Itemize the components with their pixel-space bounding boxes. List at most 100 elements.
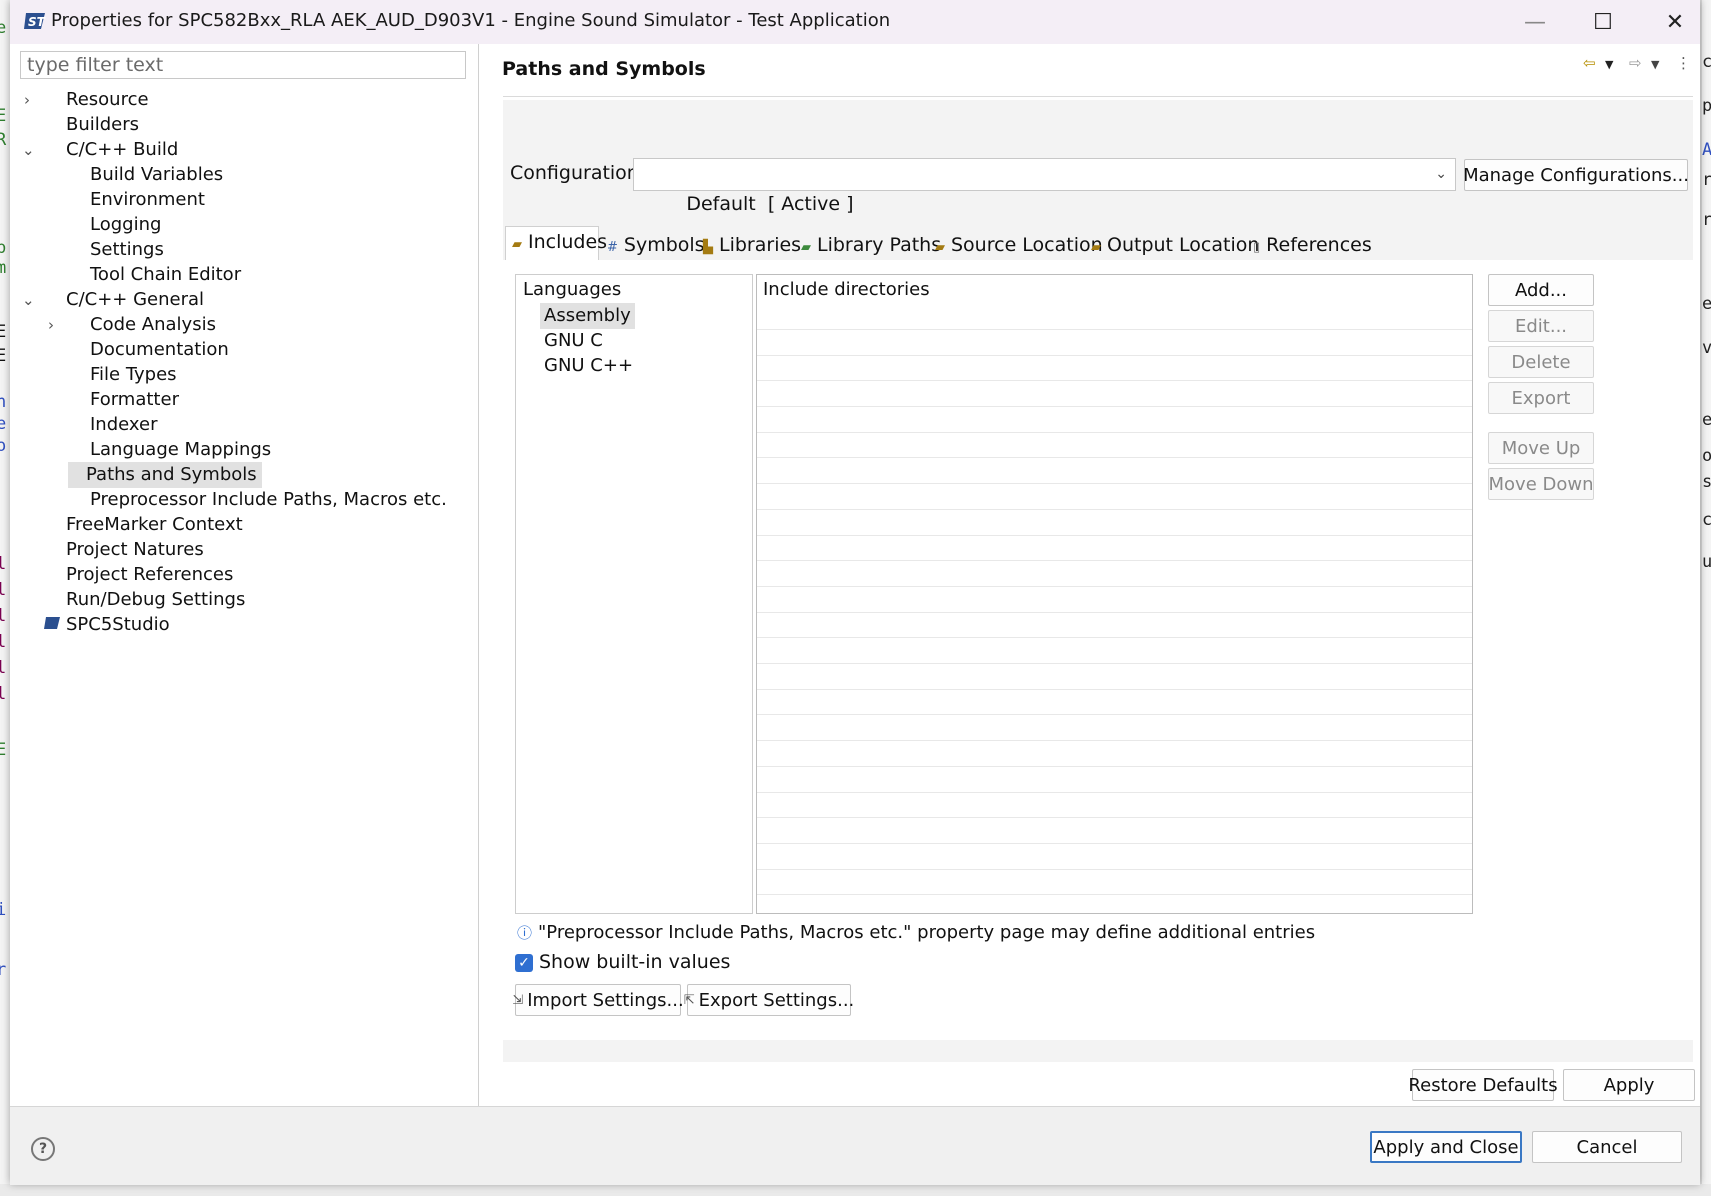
source-folder-icon: ▰ <box>935 240 945 255</box>
tab-label: References <box>1266 234 1372 256</box>
info-message: ⓘ "Preprocessor Include Paths, Macros etc… <box>517 922 1315 943</box>
view-menu-icon[interactable]: ⋮ <box>1676 54 1691 72</box>
tree-item-language-mappings[interactable]: Language Mappings <box>86 437 275 463</box>
table-row-line <box>757 612 1472 613</box>
tree-item-spc5studio[interactable]: SPC5Studio <box>62 612 174 638</box>
tab-output-location[interactable]: ▰ Output Location <box>1091 230 1259 260</box>
table-row-line <box>757 586 1472 587</box>
tree-item-documentation[interactable]: Documentation <box>86 337 233 363</box>
export-settings-label: Export Settings... <box>698 989 855 1011</box>
st-logo-icon <box>44 617 60 629</box>
tree-item-code-analysis[interactable]: Code Analysis <box>86 312 220 338</box>
include-directories-header: Include directories <box>763 279 930 300</box>
tab-source-location[interactable]: ▰ Source Location <box>935 230 1103 260</box>
chevron-down-icon: ⌄ <box>1435 166 1447 182</box>
tab-label: Libraries <box>719 234 802 256</box>
title-bar: ST Properties for SPC582Bxx_RLA AEK_AUD_… <box>10 0 1700 44</box>
background-editor-left: e E R p m E E n e o l l l l l l E i r <box>0 0 10 1196</box>
tab-label: Source Location <box>951 234 1103 256</box>
library-icon: ▙ <box>703 240 713 255</box>
manage-configurations-button[interactable]: Manage Configurations... <box>1463 159 1689 191</box>
tree-item-tool-chain-editor[interactable]: Tool Chain Editor <box>86 262 245 288</box>
tab-label: Includes <box>528 231 608 253</box>
tab-label: Symbols <box>623 234 705 256</box>
collapse-chevron-icon[interactable]: ⌄ <box>22 287 35 313</box>
tree-item-cpp-general[interactable]: C/C++ General <box>62 287 208 313</box>
languages-header: Languages <box>523 279 622 300</box>
tree-item-paths-and-symbols[interactable]: Paths and Symbols <box>68 462 262 488</box>
table-row-line <box>757 792 1472 793</box>
back-dropdown-icon[interactable]: ▼ <box>1605 58 1613 71</box>
tab-includes[interactable]: ▰ Includes <box>505 226 607 260</box>
tree-item-logging[interactable]: Logging <box>86 212 165 238</box>
minimize-button[interactable]: — <box>1510 2 1560 42</box>
language-item-assembly[interactable]: Assembly <box>540 303 635 329</box>
back-arrow-icon[interactable]: ⇦ <box>1583 54 1596 72</box>
tree-item-project-natures[interactable]: Project Natures <box>62 537 208 563</box>
filter-input[interactable] <box>20 51 466 79</box>
tree-item-run-debug-settings[interactable]: Run/Debug Settings <box>62 587 249 613</box>
help-icon[interactable]: ? <box>31 1137 55 1161</box>
table-row-line <box>757 869 1472 870</box>
tree-item-preprocessor-include[interactable]: Preprocessor Include Paths, Macros etc. <box>86 487 451 513</box>
page-title: Paths and Symbols <box>502 58 706 80</box>
close-button[interactable]: ✕ <box>1650 2 1700 42</box>
expand-chevron-icon[interactable]: › <box>48 312 54 338</box>
tab-libraries[interactable]: ▙ Libraries <box>703 230 801 260</box>
language-item-gnu-c[interactable]: GNU C <box>540 328 607 354</box>
include-directories-table[interactable]: Include directories <box>756 274 1473 914</box>
export-button[interactable]: Export <box>1488 382 1594 414</box>
edit-button[interactable]: Edit... <box>1488 310 1594 342</box>
forward-dropdown-icon[interactable]: ▼ <box>1651 58 1659 71</box>
tree-item-build-variables[interactable]: Build Variables <box>86 162 227 188</box>
tree-item-cpp-build[interactable]: C/C++ Build <box>62 137 182 163</box>
cancel-button[interactable]: Cancel <box>1532 1131 1682 1163</box>
table-row-line <box>757 406 1472 407</box>
table-row-line <box>757 894 1472 895</box>
restore-defaults-button[interactable]: Restore Defaults <box>1408 1069 1558 1101</box>
tree-item-environment[interactable]: Environment <box>86 187 209 213</box>
tree-item-settings[interactable]: Settings <box>86 237 168 263</box>
import-settings-button[interactable]: ⇲ Import Settings... <box>512 984 684 1016</box>
languages-list[interactable]: Languages Assembly GNU C GNU C++ <box>515 274 753 914</box>
tree-item-indexer[interactable]: Indexer <box>86 412 161 438</box>
expand-chevron-icon[interactable]: › <box>24 87 30 113</box>
includes-folder-icon: ▰ <box>512 237 522 252</box>
apply-and-close-button[interactable]: Apply and Close <box>1370 1131 1522 1163</box>
forward-arrow-icon[interactable]: ⇨ <box>1629 54 1642 72</box>
apply-button[interactable]: Apply <box>1563 1069 1695 1101</box>
export-settings-button[interactable]: ⇱ Export Settings... <box>684 984 854 1016</box>
maximize-button[interactable]: ☐ <box>1578 2 1628 42</box>
tab-label: Library Paths <box>817 234 942 256</box>
document-icon: ▯ <box>1253 240 1261 255</box>
import-settings-label: Import Settings... <box>527 989 684 1011</box>
table-row-line <box>757 432 1472 433</box>
table-row-line <box>757 380 1472 381</box>
properties-dialog: ST Properties for SPC582Bxx_RLA AEK_AUD_… <box>10 0 1700 1185</box>
tab-library-paths[interactable]: ▰ Library Paths <box>801 230 941 260</box>
tree-item-project-references[interactable]: Project References <box>62 562 237 588</box>
background-status-bar <box>0 1184 1711 1196</box>
tree-item-formatter[interactable]: Formatter <box>86 387 183 413</box>
table-row-line <box>757 663 1472 664</box>
show-builtin-checkbox[interactable]: ✓ <box>515 954 533 972</box>
language-item-gnu-cpp[interactable]: GNU C++ <box>540 353 637 379</box>
tab-references[interactable]: ▯ References <box>1253 230 1372 260</box>
configuration-value: Default [ Active ] <box>686 193 854 215</box>
move-down-button[interactable]: Move Down <box>1488 468 1594 500</box>
tree-item-file-types[interactable]: File Types <box>86 362 181 388</box>
tree-item-resource[interactable]: Resource <box>62 87 153 113</box>
move-up-button[interactable]: Move Up <box>1488 432 1594 464</box>
tab-symbols[interactable]: # Symbols <box>607 230 705 260</box>
show-builtin-label[interactable]: Show built-in values <box>539 951 730 973</box>
configuration-select[interactable]: Default [ Active ] ⌄ <box>633 158 1456 215</box>
table-row-line <box>757 483 1472 484</box>
table-row-line <box>757 457 1472 458</box>
collapse-chevron-icon[interactable]: ⌄ <box>22 137 35 163</box>
add-button[interactable]: Add... <box>1488 274 1594 306</box>
delete-button[interactable]: Delete <box>1488 346 1594 378</box>
info-text: "Preprocessor Include Paths, Macros etc.… <box>538 922 1316 943</box>
tree-item-builders[interactable]: Builders <box>62 112 143 138</box>
import-icon: ⇲ <box>512 992 524 1008</box>
tree-item-freemarker-context[interactable]: FreeMarker Context <box>62 512 247 538</box>
